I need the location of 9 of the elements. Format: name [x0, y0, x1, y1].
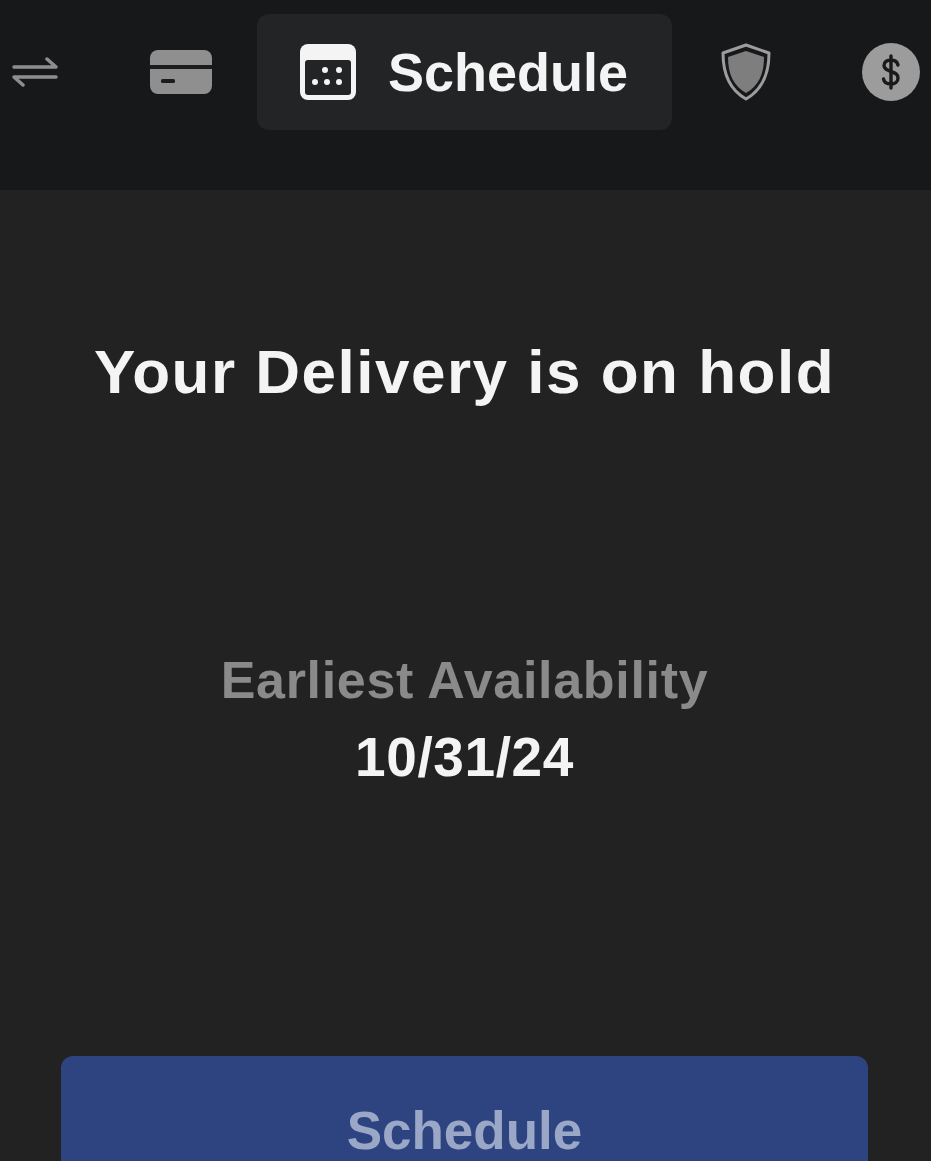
status-title: Your Delivery is on hold — [93, 337, 836, 407]
availability-date: 10/31/24 — [355, 726, 574, 788]
swap-arrows-icon — [12, 57, 58, 87]
nav-tab[interactable]: Schedule — [257, 14, 673, 130]
availability-label: Earliest Availability — [220, 650, 709, 710]
shield-icon — [720, 43, 773, 101]
calendar-icon — [300, 44, 356, 100]
dollar-coin-icon — [862, 43, 921, 101]
credit-card-icon — [150, 50, 212, 94]
